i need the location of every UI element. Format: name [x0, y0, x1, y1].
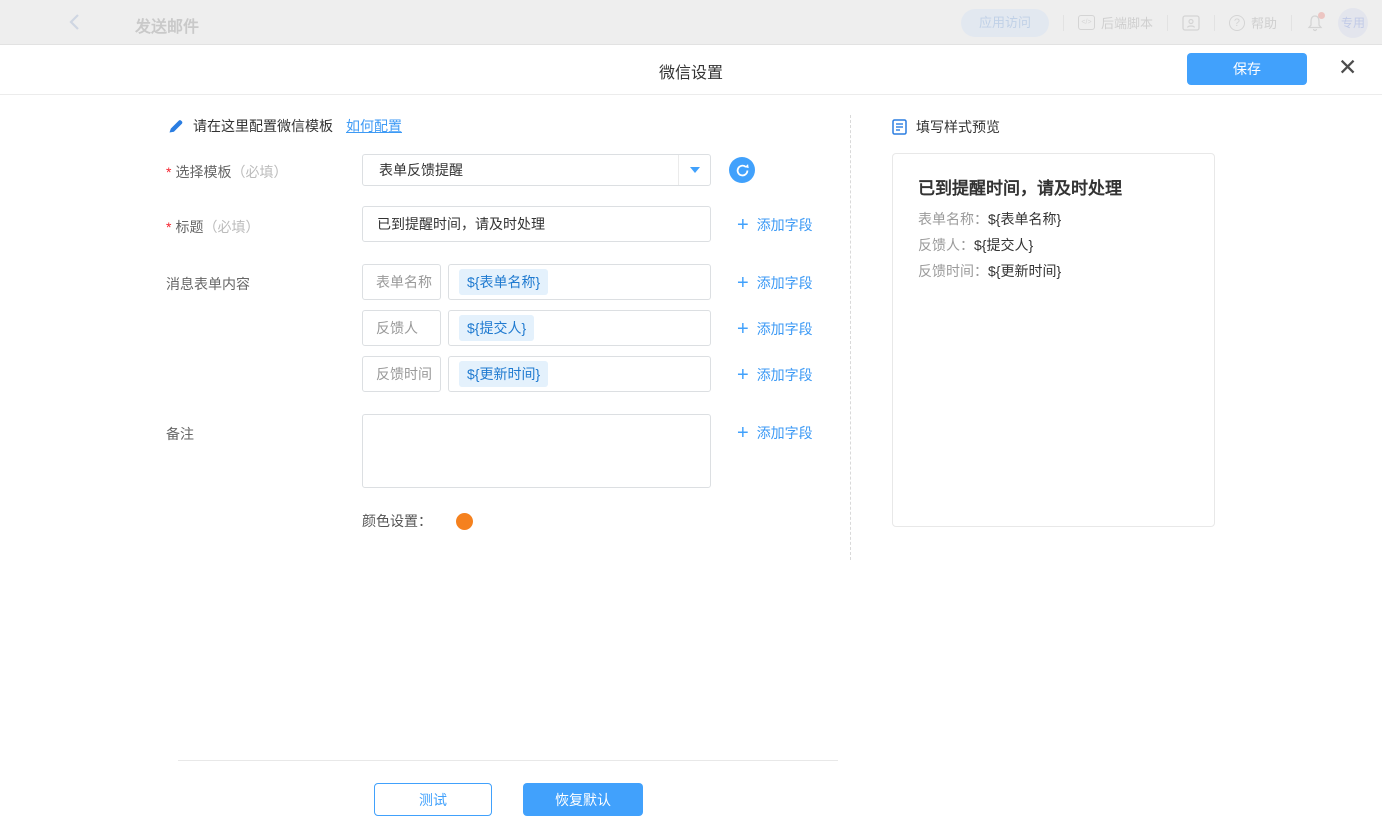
preview-row: 表单名称：${表单名称} [918, 209, 1061, 229]
message-value-input[interactable]: ${更新时间} [448, 356, 711, 392]
topbar: 发送邮件 应用访问 </> 后端脚本 ? 帮助 专用 [0, 0, 1382, 45]
title-input[interactable]: 已到提醒时间，请及时处理 [362, 206, 711, 242]
preview-header-label: 填写样式预览 [916, 117, 1000, 137]
notification-dot [1318, 12, 1325, 19]
remark-label: 备注 [166, 424, 194, 444]
vertical-divider [850, 115, 851, 560]
required-asterisk: * [166, 219, 171, 235]
message-value-input[interactable]: ${表单名称} [448, 264, 711, 300]
topbar-page-title: 发送邮件 [135, 13, 199, 37]
close-icon[interactable]: ✕ [1338, 56, 1357, 79]
chevron-down-icon [690, 167, 700, 173]
field-tag[interactable]: ${表单名称} [459, 269, 548, 295]
contacts-icon [1182, 15, 1200, 31]
modal-title: 微信设置 [659, 59, 723, 83]
how-to-configure-link[interactable]: 如何配置 [346, 116, 402, 136]
message-key-input[interactable]: 反馈人 [362, 310, 441, 346]
message-value-input[interactable]: ${提交人} [448, 310, 711, 346]
config-hint-row: 请在这里配置微信模板 如何配置 [168, 116, 402, 136]
field-tag[interactable]: ${更新时间} [459, 361, 548, 387]
select-caret-box[interactable] [678, 155, 710, 185]
wechat-settings-modal: 微信设置 保存 ✕ 请在这里配置微信模板 如何配置 *选择模板（必填） 表单反馈… [0, 45, 1382, 840]
bottom-divider [178, 760, 838, 761]
help-label: 帮助 [1251, 13, 1277, 32]
message-content-label: 消息表单内容 [166, 274, 250, 294]
field-tag[interactable]: ${提交人} [459, 315, 534, 341]
plus-icon: + [737, 216, 749, 234]
color-setting-label: 颜色设置： [362, 511, 432, 531]
contacts-button[interactable] [1182, 15, 1200, 31]
modal-header: 微信设置 保存 ✕ [0, 45, 1382, 95]
save-button[interactable]: 保存 [1187, 53, 1307, 85]
message-key-input[interactable]: 表单名称 [362, 264, 441, 300]
title-label: *标题（必填） [166, 217, 259, 237]
color-swatch[interactable] [456, 513, 473, 530]
restore-default-button[interactable]: 恢复默认 [523, 783, 643, 816]
backend-script-button[interactable]: </> 后端脚本 [1078, 13, 1153, 32]
topbar-divider [1063, 15, 1064, 31]
app-access-button[interactable]: 应用访问 [961, 9, 1049, 37]
add-field-button[interactable]: + 添加字段 [737, 273, 813, 293]
remark-textarea[interactable] [362, 414, 711, 488]
preview-row: 反馈时间：${更新时间} [918, 261, 1061, 281]
question-icon: ? [1229, 15, 1245, 31]
backend-script-label: 后端脚本 [1101, 13, 1153, 32]
config-hint-text: 请在这里配置微信模板 [193, 116, 333, 136]
plus-icon: + [737, 424, 749, 442]
topbar-divider [1214, 15, 1215, 31]
topbar-divider [1167, 15, 1168, 31]
notification-bell-icon[interactable] [1306, 14, 1324, 32]
template-label: *选择模板（必填） [166, 162, 287, 182]
preview-card: 已到提醒时间，请及时处理 表单名称：${表单名称} 反馈人：${提交人} 反馈时… [892, 153, 1215, 527]
preview-row: 反馈人：${提交人} [918, 235, 1033, 255]
code-icon: </> [1078, 15, 1095, 30]
add-field-button[interactable]: + 添加字段 [737, 423, 813, 443]
add-field-button[interactable]: + 添加字段 [737, 365, 813, 385]
plus-icon: + [737, 274, 749, 292]
add-field-button[interactable]: + 添加字段 [737, 215, 813, 235]
plus-icon: + [737, 366, 749, 384]
template-select-value: 表单反馈提醒 [379, 155, 463, 185]
add-field-button[interactable]: + 添加字段 [737, 319, 813, 339]
avatar[interactable]: 专用 [1338, 8, 1368, 38]
preview-header: 填写样式预览 [892, 117, 1000, 137]
back-icon[interactable] [66, 13, 84, 31]
refresh-button[interactable] [729, 157, 755, 183]
template-select[interactable]: 表单反馈提醒 [362, 154, 711, 186]
message-key-input[interactable]: 反馈时间 [362, 356, 441, 392]
required-asterisk: * [166, 164, 171, 180]
help-button[interactable]: ? 帮助 [1229, 13, 1277, 32]
document-icon [892, 119, 907, 135]
plus-icon: + [737, 320, 749, 338]
preview-title: 已到提醒时间，请及时处理 [918, 174, 1122, 199]
topbar-divider [1291, 15, 1292, 31]
test-button[interactable]: 测试 [374, 783, 492, 816]
color-setting-row: 颜色设置： [362, 511, 473, 531]
pencil-icon [168, 118, 184, 134]
refresh-icon [735, 163, 750, 178]
